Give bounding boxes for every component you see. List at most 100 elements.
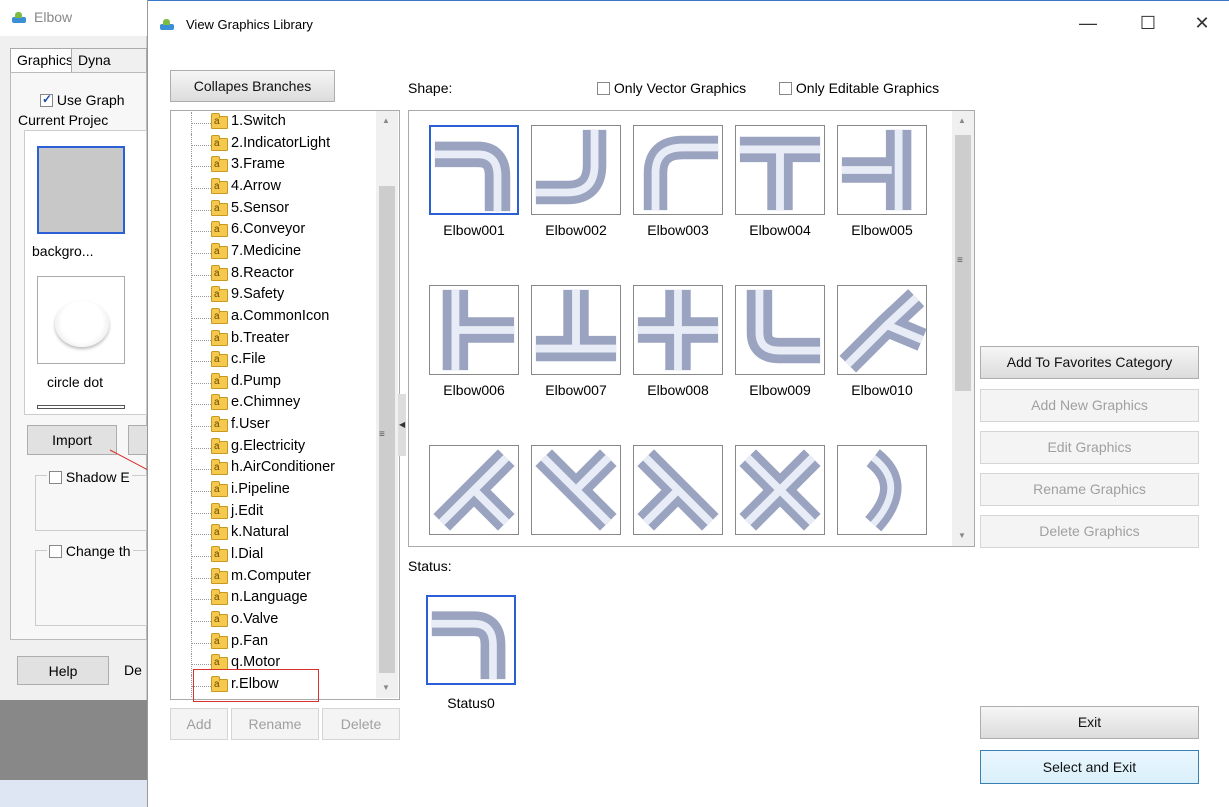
exit-button[interactable]: Exit bbox=[980, 706, 1199, 739]
tree-item-label: 1.Switch bbox=[231, 113, 286, 129]
tree-item[interactable]: 1.Switch bbox=[171, 112, 381, 134]
delete-graphics-button[interactable]: Delete Graphics bbox=[980, 515, 1199, 548]
tree-item[interactable]: i.Pipeline bbox=[171, 480, 381, 503]
tree-item[interactable]: 3.Frame bbox=[171, 155, 381, 178]
tree-item[interactable]: g.Electricity bbox=[171, 436, 381, 459]
status0-thumbnail[interactable] bbox=[426, 595, 516, 685]
tree-delete-button[interactable]: Delete bbox=[322, 708, 400, 740]
tree-item[interactable]: m.Computer bbox=[171, 566, 381, 589]
only-vector-checkbox[interactable]: Only Vector Graphics bbox=[597, 80, 746, 96]
shape-thumbnail[interactable] bbox=[633, 125, 723, 215]
folder-icon bbox=[211, 481, 228, 498]
checkbox-icon bbox=[49, 545, 62, 558]
circle-dot-thumbnail[interactable] bbox=[37, 276, 125, 364]
tree-item[interactable]: n.Language bbox=[171, 588, 381, 611]
edit-graphics-button[interactable]: Edit Graphics bbox=[980, 431, 1199, 464]
tree-item-label: i.Pipeline bbox=[231, 481, 290, 498]
scroll-up-icon[interactable]: ▲ bbox=[958, 116, 966, 125]
shape-thumbnail[interactable] bbox=[429, 445, 519, 535]
pipe-elbow-icon bbox=[637, 289, 719, 371]
tree-item[interactable]: f.User bbox=[171, 415, 381, 438]
use-graph-checkbox[interactable]: Use Graph bbox=[40, 92, 125, 108]
tree-item[interactable]: 8.Reactor bbox=[171, 263, 381, 286]
shape-thumbnail[interactable] bbox=[633, 445, 723, 535]
add-new-graphics-button[interactable]: Add New Graphics bbox=[980, 389, 1199, 422]
change-checkbox[interactable]: Change th bbox=[47, 543, 133, 559]
shapes-scrollbar[interactable]: ▲ ≡ ▼ bbox=[952, 111, 974, 546]
tree-rename-button[interactable]: Rename bbox=[231, 708, 319, 740]
collapse-branches-button[interactable]: Collapes Branches bbox=[170, 70, 335, 102]
maximize-icon[interactable]: ☐ bbox=[1138, 13, 1158, 34]
pipe-elbow-icon bbox=[442, 289, 515, 371]
shape-thumbnail[interactable] bbox=[837, 125, 927, 215]
folder-icon bbox=[211, 113, 228, 129]
shape-label: Elbow009 bbox=[749, 382, 811, 398]
folder-icon bbox=[211, 156, 228, 173]
shape-thumbnail[interactable] bbox=[837, 445, 927, 535]
tree-item[interactable]: l.Dial bbox=[171, 545, 381, 567]
rename-graphics-button[interactable]: Rename Graphics bbox=[980, 473, 1199, 506]
tree-item[interactable]: h.AirConditioner bbox=[171, 458, 381, 481]
only-editable-checkbox[interactable]: Only Editable Graphics bbox=[779, 80, 939, 96]
tree-item[interactable]: j.Edit bbox=[171, 501, 381, 524]
select-and-exit-button[interactable]: Select and Exit bbox=[980, 750, 1199, 784]
category-tree: 1.Switch 2.IndicatorLight 3.Frame 4.Arrow 5.… bbox=[170, 110, 400, 700]
shape-thumbnail[interactable] bbox=[735, 285, 825, 375]
tree-item[interactable]: 2.IndicatorLight bbox=[171, 133, 381, 156]
shape-thumbnail[interactable] bbox=[531, 445, 621, 535]
splitter-handle[interactable]: ◀ bbox=[398, 394, 406, 456]
tab-dynamic[interactable]: Dyna bbox=[71, 48, 147, 73]
tree-item-label: 5.Sensor bbox=[231, 199, 290, 216]
shape-thumbnail[interactable] bbox=[837, 285, 927, 375]
tree-item[interactable]: 9.Safety bbox=[171, 285, 381, 308]
help-button[interactable]: Help bbox=[17, 656, 109, 685]
shape-thumbnail[interactable] bbox=[633, 285, 723, 375]
current-project-label: Current Projec bbox=[18, 112, 109, 128]
scroll-down-icon[interactable]: ▼ bbox=[382, 683, 390, 692]
tree-item[interactable]: 5.Sensor bbox=[171, 198, 381, 221]
background-thumbnail[interactable] bbox=[37, 146, 125, 234]
tree-item[interactable]: c.File bbox=[171, 350, 381, 373]
tree-item[interactable]: d.Pump bbox=[171, 371, 381, 394]
shape-thumbnail[interactable] bbox=[531, 285, 621, 375]
tree-item[interactable]: b.Treater bbox=[171, 328, 381, 351]
tree-scrollbar[interactable]: ▲ ≡ ▼ bbox=[376, 111, 398, 698]
tree-item-label: e.Chimney bbox=[231, 394, 301, 411]
shape-thumbnail[interactable] bbox=[531, 125, 621, 215]
background-strip-bottom bbox=[0, 780, 147, 807]
pipe-elbow-icon bbox=[637, 449, 719, 531]
tree-item[interactable]: 4.Arrow bbox=[171, 176, 381, 199]
tab-graphics[interactable]: Graphics bbox=[10, 48, 73, 73]
shape-thumbnail[interactable] bbox=[429, 285, 519, 375]
scroll-up-icon[interactable]: ▲ bbox=[382, 116, 390, 125]
tree-item-label: q.Motor bbox=[231, 654, 281, 671]
tree-add-button[interactable]: Add bbox=[170, 708, 228, 740]
shape-label: Elbow007 bbox=[545, 382, 607, 398]
tree-line bbox=[191, 123, 211, 124]
tree-item[interactable]: k.Natural bbox=[171, 523, 381, 546]
scroll-down-icon[interactable]: ▼ bbox=[958, 531, 966, 540]
tree-line bbox=[191, 209, 211, 211]
tree-item[interactable]: p.Fan bbox=[171, 631, 381, 654]
shape-thumbnail[interactable] bbox=[429, 125, 519, 215]
minimize-icon[interactable]: — bbox=[1078, 13, 1098, 34]
shape-label: Elbow004 bbox=[749, 222, 811, 238]
tree-item[interactable]: e.Chimney bbox=[171, 393, 381, 416]
shape-label: Elbow002 bbox=[545, 222, 607, 238]
tree-item[interactable]: o.Valve bbox=[171, 609, 381, 632]
add-to-favorites-button[interactable]: Add To Favorites Category bbox=[980, 346, 1199, 379]
tree-item[interactable]: a.CommonIcon bbox=[171, 306, 381, 329]
close-icon[interactable]: ✕ bbox=[1192, 13, 1212, 34]
tree-item[interactable]: 7.Medicine bbox=[171, 241, 381, 264]
tree-item[interactable]: 6.Conveyor bbox=[171, 220, 381, 243]
shape-thumbnail[interactable] bbox=[735, 445, 825, 535]
tree-line bbox=[191, 664, 211, 666]
title-bar: View Graphics Library — ☐ ✕ bbox=[148, 0, 1229, 46]
tree-line bbox=[191, 274, 211, 276]
folder-icon bbox=[211, 567, 228, 584]
tree-line bbox=[191, 404, 211, 406]
shape-thumbnail[interactable] bbox=[735, 125, 825, 215]
tree-line bbox=[191, 534, 211, 536]
folder-icon bbox=[211, 546, 228, 562]
folder-icon bbox=[211, 221, 228, 238]
